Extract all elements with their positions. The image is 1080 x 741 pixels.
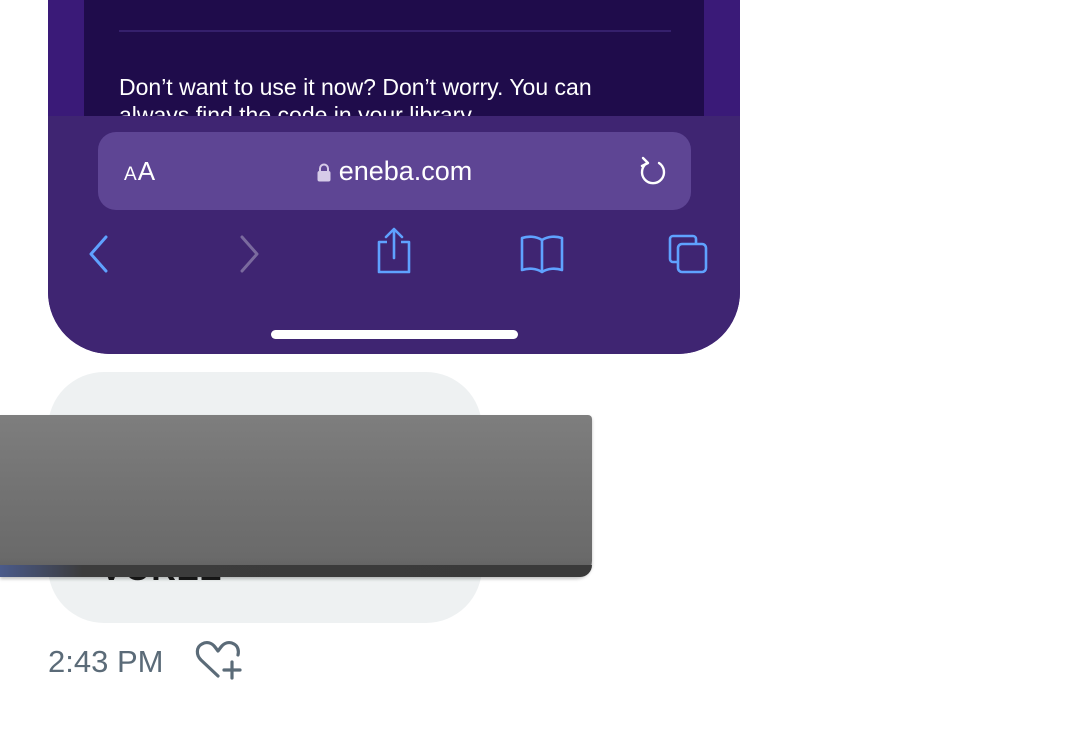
heart-plus-icon[interactable] xyxy=(192,638,246,689)
chevron-left-icon[interactable] xyxy=(86,232,112,281)
redaction-shadow xyxy=(0,565,592,577)
browser-toolbar: AA eneba.com xyxy=(48,116,740,354)
lock-icon xyxy=(317,158,331,188)
message-timestamp: 2:43 PM xyxy=(48,644,164,679)
page-content-panel: Don’t want to use it now? Don’t worry. Y… xyxy=(84,0,704,116)
book-icon[interactable] xyxy=(518,232,566,281)
share-icon[interactable] xyxy=(374,226,414,281)
url-text: eneba.com xyxy=(338,156,473,186)
page-body-text: Don’t want to use it now? Don’t worry. Y… xyxy=(119,74,592,100)
url-display[interactable]: eneba.com xyxy=(98,156,691,188)
browser-screenshot: Don’t want to use it now? Don’t worry. Y… xyxy=(48,0,740,354)
redaction-bar xyxy=(0,415,592,577)
address-bar[interactable]: AA eneba.com xyxy=(98,132,691,210)
tabs-icon[interactable] xyxy=(666,232,710,281)
page-body-text-cut: always find the code in your library. xyxy=(119,102,477,116)
chevron-right-icon[interactable] xyxy=(236,232,262,281)
reload-icon[interactable] xyxy=(637,154,669,193)
home-indicator xyxy=(271,330,518,339)
navigation-bar xyxy=(48,227,740,282)
divider xyxy=(119,30,671,32)
